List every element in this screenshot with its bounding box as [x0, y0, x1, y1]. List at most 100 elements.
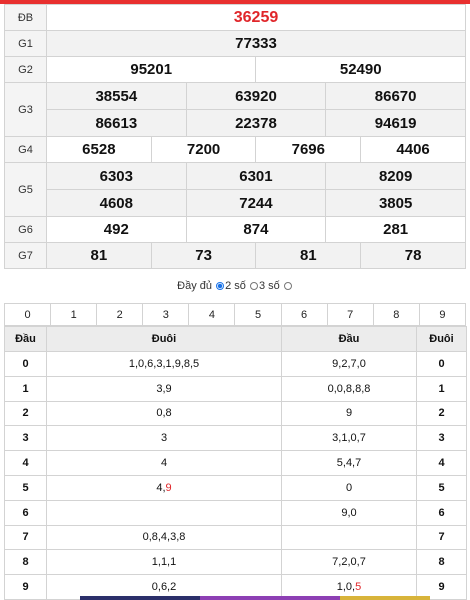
loto-head: 6 [4, 499, 47, 526]
prize-g4-1: 7200 [150, 136, 257, 163]
loto-head-text: 5 [22, 481, 29, 494]
row-g3a: G3 38554 63920 86670 [4, 82, 466, 137]
prize-label-g4: G4 [4, 136, 47, 163]
prize-label-g6: G6 [4, 216, 47, 243]
loto-tail2-text: 0 [438, 357, 445, 370]
prize-g6-0: 492 [46, 216, 187, 243]
loto-tail2-text: 3 [438, 432, 445, 445]
prize-g5-4: 7244 [185, 189, 327, 217]
loto-tail-text: 0,8 [156, 407, 172, 420]
digit-5[interactable]: 5 [234, 303, 282, 326]
loto-row: 7 0,8,4,3,8 7 [4, 524, 467, 551]
radio-two-digits[interactable] [216, 282, 225, 290]
loto-head2: 0,0,8,8,8 [281, 375, 417, 402]
prize-g3-1: 63920 [185, 82, 327, 110]
loto-head: 4 [4, 450, 47, 476]
loto-head-text: 7 [22, 531, 29, 544]
prize-label-g1: G1 [4, 30, 47, 57]
prize-label-g2: G2 [4, 56, 47, 83]
header-dau-1: Đầu [4, 326, 47, 352]
loto-row: 6 9,0 6 [4, 499, 467, 526]
loto-tail: 0,8 [46, 400, 282, 427]
ad-banner-strip-3 [340, 596, 430, 600]
header-duoi-2: Đuôi [416, 326, 467, 352]
prize-g2-1: 52490 [255, 56, 466, 83]
loto-tail-text: 0,8,4,3,8 [142, 531, 186, 544]
loto-head: 3 [4, 425, 47, 452]
loto-tail2-text: 5 [438, 481, 445, 494]
option-full-label[interactable]: Đầy đủ [177, 280, 212, 292]
row-g2: G2 95201 52490 [4, 56, 466, 83]
loto-tail: 3 [46, 425, 282, 452]
loto-head2-text: 3,1,0,7 [332, 432, 366, 445]
loto-head: 1 [4, 375, 47, 402]
loto-head: 7 [4, 524, 47, 551]
loto-tail2: 2 [416, 400, 467, 427]
row-g1: G1 77333 [4, 30, 466, 57]
prize-g7-0: 81 [46, 242, 152, 269]
loto-head2: 5,4,7 [281, 450, 417, 476]
option-two-label[interactable]: 2 số [225, 280, 246, 292]
loto-head: 9 [4, 574, 47, 600]
loto-tail-text: 1,1,1 [151, 556, 177, 569]
loto-head-text: 3 [22, 432, 29, 445]
radio-three-digits[interactable] [249, 282, 258, 290]
digit-9[interactable]: 9 [418, 303, 467, 326]
results-table: ĐB 36259 G1 77333 G2 95201 52490 G3 3855… [4, 4, 466, 269]
loto-head2-text: 7,2,0,7 [332, 556, 366, 569]
loto-head2-text: 1,0, [336, 581, 356, 594]
digit-3[interactable]: 3 [142, 303, 190, 326]
loto-head2-text: 9 [345, 407, 353, 420]
digit-4[interactable]: 4 [188, 303, 236, 326]
loto-head-text: 8 [22, 556, 29, 569]
loto-tail2: 8 [416, 549, 467, 576]
prize-label-db: ĐB [4, 4, 47, 31]
prize-g3-0: 38554 [46, 82, 187, 110]
digit-2[interactable]: 2 [96, 303, 144, 326]
prize-g6-1: 874 [185, 216, 327, 243]
row-g3b: 86613 22378 94619 [5, 109, 466, 137]
option-three-label[interactable]: 3 số [259, 280, 280, 292]
loto-row: 4 4 5,4,7 4 [4, 450, 467, 476]
loto-head2: 7,2,0,7 [281, 549, 417, 576]
digit-7[interactable]: 7 [326, 303, 374, 326]
loto-row: 0 1,0,6,3,1,9,8,5 9,2,7,0 0 [4, 351, 467, 377]
loto-tail: 1,1,1 [46, 549, 282, 576]
loto-row: 2 0,8 9 2 [4, 400, 467, 427]
loto-head-text: 4 [22, 457, 29, 470]
loto-tail2: 4 [416, 450, 467, 476]
digit-6[interactable]: 6 [280, 303, 328, 326]
loto-head2: 9,0 [281, 499, 417, 526]
prize-g5-3: 4608 [46, 189, 187, 217]
ad-banner-strip-2 [200, 596, 340, 600]
loto-tail-text: 1,0,6,3,1,9,8,5 [128, 357, 200, 370]
loto-head2 [281, 524, 417, 551]
radio-full[interactable] [283, 282, 292, 290]
prize-g2-0: 95201 [45, 56, 257, 83]
loto-head2: 9,2,7,0 [281, 351, 417, 377]
prize-label-g3: G3 [4, 82, 47, 137]
loto-header-row: Đầu Đuôi Đầu Đuôi [4, 326, 467, 352]
loto-head2: 9 [281, 400, 417, 427]
digit-0[interactable]: 0 [3, 303, 52, 326]
loto-head-text: 2 [22, 407, 29, 420]
digit-1[interactable]: 1 [50, 303, 98, 326]
loto-tail2-text: 4 [438, 457, 445, 470]
prize-g3-5: 94619 [325, 109, 466, 137]
loto-tail: 0,8,4,3,8 [46, 524, 282, 551]
header-duoi-1: Đuôi [46, 326, 282, 352]
row-g7: G7 81 73 81 78 [4, 242, 466, 269]
highlight-digit: 5 [355, 581, 362, 594]
loto-head: 5 [4, 474, 47, 501]
loto-tail-text: 3,9 [156, 382, 172, 395]
digit-8[interactable]: 8 [372, 303, 420, 326]
prize-g3-4: 22378 [185, 109, 327, 137]
prize-g3-2: 86670 [325, 82, 466, 110]
prize-g4-0: 6528 [46, 136, 152, 163]
prize-g5-2: 8209 [325, 162, 466, 190]
highlight-digit: 9 [165, 481, 172, 494]
loto-tail: 1,0,6,3,1,9,8,5 [46, 351, 282, 377]
prize-g5-5: 3805 [325, 189, 466, 217]
prize-g7-2: 81 [255, 242, 362, 269]
loto-tail: 4,9 [46, 474, 282, 501]
